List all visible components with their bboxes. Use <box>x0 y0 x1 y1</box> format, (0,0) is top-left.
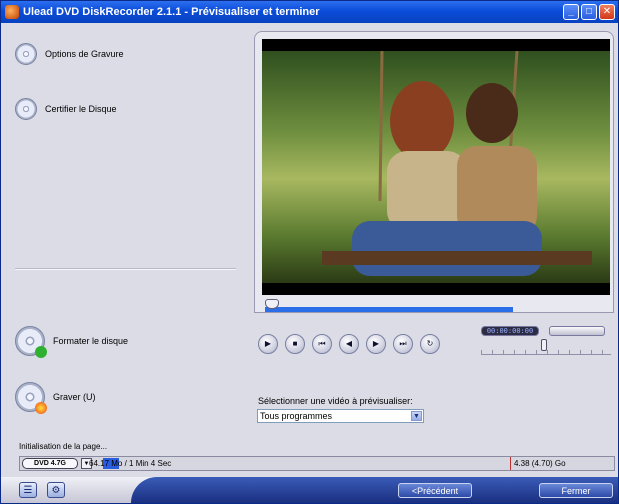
capacity-limit-marker <box>510 457 511 470</box>
burn-options-label: Options de Gravure <box>45 49 124 59</box>
playback-scrubber[interactable] <box>265 299 610 313</box>
disc-settings-icon <box>15 43 37 65</box>
disc-format-icon <box>15 326 47 358</box>
preview-select-value: Tous programmes <box>260 411 333 421</box>
skip-end-button[interactable]: ⏭ <box>393 334 413 354</box>
video-frame-image <box>262 51 610 283</box>
format-badge-icon <box>35 346 47 358</box>
certify-disc-button[interactable]: Certifier le Disque <box>15 98 117 120</box>
step-back-button[interactable]: ◀ <box>339 334 359 354</box>
scrubber-thumb[interactable] <box>265 299 279 309</box>
capacity-used-text: 64.17 Mo / 1 Min 4 Sec <box>89 459 172 468</box>
zoom-thumb[interactable] <box>541 339 547 351</box>
certify-disc-label: Certifier le Disque <box>45 104 117 114</box>
format-disc-label: Formater le disque <box>53 336 129 346</box>
maximize-button[interactable]: □ <box>581 4 597 20</box>
repeat-button[interactable]: ↻ <box>420 334 440 354</box>
title-bar[interactable]: Ulead DVD DiskRecorder 2.1.1 - Prévisual… <box>1 1 618 23</box>
disc-capacity-bar: DVD 4.7G ▼ 64.17 Mo / 1 Min 4 Sec 4.38 (… <box>19 456 615 471</box>
preview-select-label: Sélectionner une vidéo à prévisualiser: <box>258 396 413 406</box>
transport-controls: ▶ ■ ⏮ ◀ ▶ ⏭ ↻ <box>258 334 440 354</box>
flame-icon <box>35 402 47 414</box>
window-title: Ulead DVD DiskRecorder 2.1.1 - Prévisual… <box>23 6 320 18</box>
status-text: Initialisation de la page... <box>19 442 108 451</box>
window-controls: _ □ ✕ <box>563 4 615 20</box>
skip-start-button[interactable]: ⏮ <box>312 334 332 354</box>
burn-label: Graver (U) <box>53 392 96 402</box>
previous-button[interactable]: <Précédent <box>398 483 472 498</box>
video-preview <box>262 39 610 295</box>
help-icon[interactable]: ☰ <box>19 482 37 498</box>
stop-button[interactable]: ■ <box>285 334 305 354</box>
main-window: Ulead DVD DiskRecorder 2.1.1 - Prévisual… <box>0 0 619 504</box>
settings-icon[interactable]: ⚙ <box>47 482 65 498</box>
play-button[interactable]: ▶ <box>258 334 278 354</box>
playback-progress-fill <box>265 307 513 312</box>
close-button[interactable]: ✕ <box>599 4 615 20</box>
minimize-button[interactable]: _ <box>563 4 579 20</box>
disc-type-select[interactable]: DVD 4.7G <box>22 458 78 469</box>
preview-video-select[interactable]: Tous programmes ▼ <box>257 409 424 423</box>
video-frame-drawing <box>322 51 592 276</box>
disc-burn-icon <box>15 382 47 414</box>
app-icon <box>5 5 19 19</box>
step-forward-button[interactable]: ▶ <box>366 334 386 354</box>
burn-button[interactable]: Graver (U) <box>15 382 96 414</box>
close-dialog-button[interactable]: Fermer <box>539 483 613 498</box>
left-panel-divider <box>15 268 236 270</box>
format-disc-button[interactable]: Formater le disque <box>15 326 129 358</box>
capacity-remaining-text: 4.38 (4.70) Go <box>514 459 566 468</box>
volume-slider[interactable] <box>549 326 605 336</box>
disc-search-icon <box>15 98 37 120</box>
timecode-display[interactable]: 00:00:00:00 <box>481 326 539 336</box>
dropdown-arrow-icon[interactable]: ▼ <box>411 411 422 421</box>
burn-options-button[interactable]: Options de Gravure <box>15 43 124 65</box>
